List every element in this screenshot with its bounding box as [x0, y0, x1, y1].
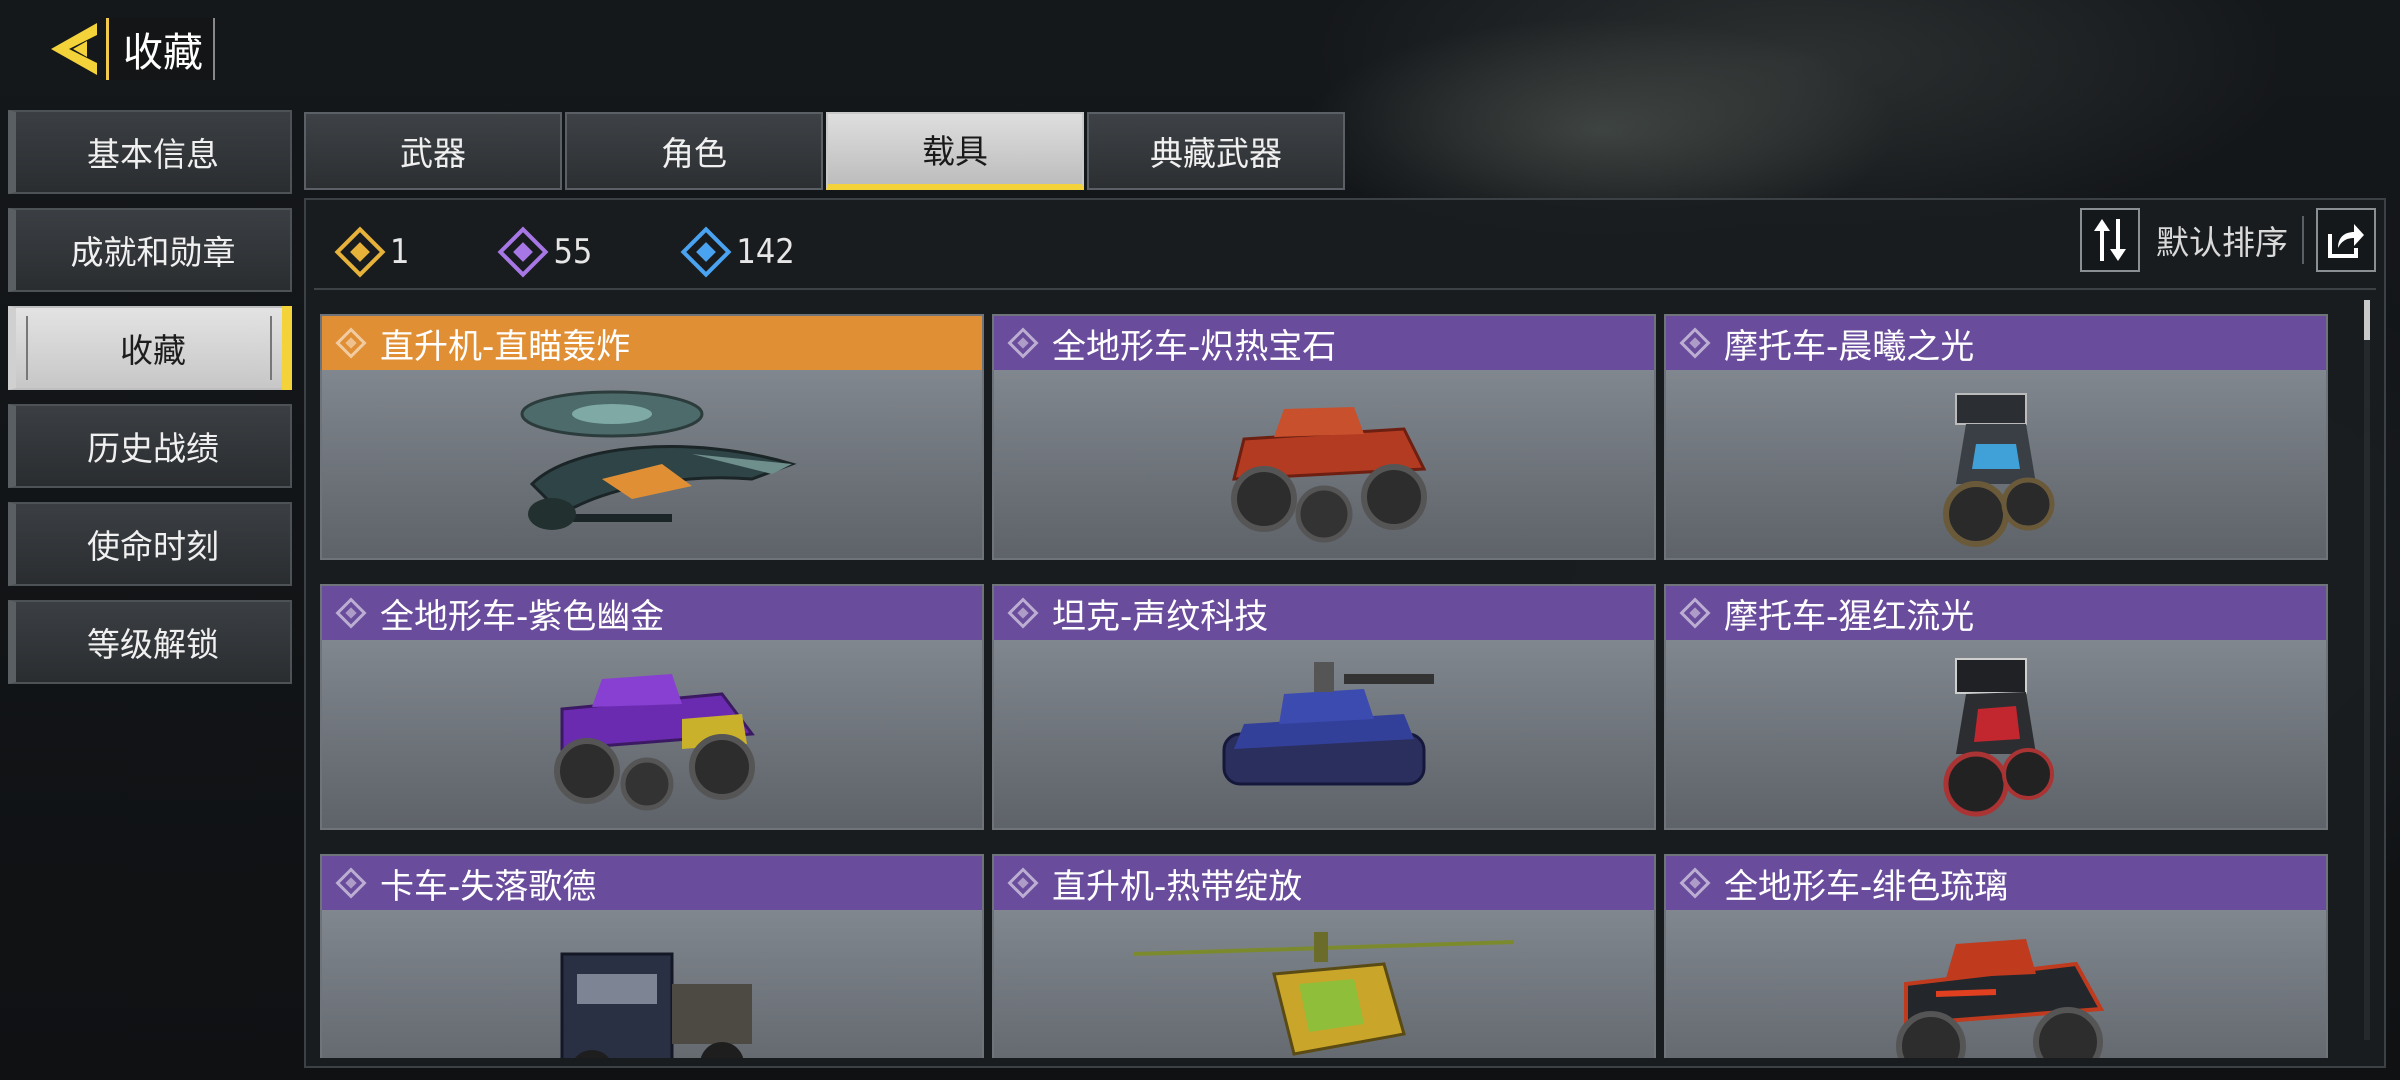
side-item-collection[interactable]: 收藏: [8, 306, 292, 390]
scroll-track: [2364, 300, 2370, 1040]
vehicle-card[interactable]: 全地形车-炽热宝石: [992, 314, 1656, 560]
motorcycle-icon: [1666, 640, 2326, 828]
side-item-label: 等级解锁: [87, 625, 219, 664]
blue-diamond-icon: [680, 226, 732, 278]
rarity-icon: [1007, 327, 1039, 359]
motorcycle-icon: [1666, 370, 2326, 558]
card-header: 摩托车-猩红流光: [1666, 586, 2326, 640]
vehicle-name: 直升机-直瞄轰炸: [380, 326, 631, 367]
atv-icon: [994, 370, 1654, 558]
vehicle-card[interactable]: 卡车-失落歌德: [320, 854, 984, 1058]
vehicle-card[interactable]: 全地形车-紫色幽金: [320, 584, 984, 830]
vehicle-name: 全地形车-紫色幽金: [380, 596, 665, 637]
share-icon: [2328, 224, 2364, 258]
side-item-achievements[interactable]: 成就和勋章: [8, 208, 292, 292]
card-header: 直升机-热带绽放: [994, 856, 1654, 910]
page-title: 收藏: [106, 18, 215, 80]
tab-label: 典藏武器: [1150, 134, 1282, 173]
collection-panel: 1 55 142 默认排序 直升机-直瞄轰炸 全地形车-炽热宝石 摩托车-晨曦之…: [304, 198, 2386, 1068]
vehicle-name: 摩托车-猩红流光: [1724, 596, 1975, 637]
side-item-match-history[interactable]: 历史战绩: [8, 404, 292, 488]
card-header: 直升机-直瞄轰炸: [322, 316, 982, 370]
page-header: 收藏: [40, 18, 215, 80]
vehicle-card[interactable]: 摩托车-猩红流光: [1664, 584, 2328, 830]
vehicle-grid: 直升机-直瞄轰炸 全地形车-炽热宝石 摩托车-晨曦之光 全地形车-紫色幽金 坦克…: [320, 314, 2340, 1058]
category-tabs: 武器 角色 载具 典藏武器: [304, 112, 1348, 190]
stat-purple: 55: [498, 226, 593, 278]
atv-icon: [1666, 910, 2326, 1058]
gold-diamond-icon: [334, 226, 386, 278]
selection-bracket: [26, 316, 272, 380]
tab-label: 角色: [661, 134, 727, 173]
stat-gold: 1: [334, 226, 410, 278]
side-item-mission-moments[interactable]: 使命时刻: [8, 502, 292, 586]
helicopter-icon: [322, 370, 982, 558]
vehicle-card[interactable]: 直升机-直瞄轰炸: [320, 314, 984, 560]
side-item-level-unlocks[interactable]: 等级解锁: [8, 600, 292, 684]
rarity-icon: [335, 597, 367, 629]
vehicle-card[interactable]: 全地形车-绯色琉璃: [1664, 854, 2328, 1058]
sort-area: 默认排序: [2080, 208, 2376, 272]
panel-divider: [314, 288, 2376, 290]
card-header: 全地形车-绯色琉璃: [1666, 856, 2326, 910]
side-item-label: 历史战绩: [87, 429, 219, 468]
helicopter-icon: [994, 910, 1654, 1058]
vehicle-name: 摩托车-晨曦之光: [1724, 326, 1975, 367]
scrollbar-thumb[interactable]: [2364, 300, 2370, 340]
side-item-basic-info[interactable]: 基本信息: [8, 110, 292, 194]
tank-icon: [994, 640, 1654, 828]
card-header: 卡车-失落歌德: [322, 856, 982, 910]
card-header: 全地形车-紫色幽金: [322, 586, 982, 640]
tab-collection-weapons[interactable]: 典藏武器: [1087, 112, 1345, 190]
rarity-icon: [1679, 597, 1711, 629]
vehicle-name: 全地形车-炽热宝石: [1052, 326, 1337, 367]
side-menu: 基本信息 成就和勋章 收藏 历史战绩 使命时刻 等级解锁: [8, 110, 292, 698]
truck-icon: [322, 910, 982, 1058]
rarity-icon: [1679, 867, 1711, 899]
tab-label: 载具: [922, 132, 988, 171]
gold-count: 1: [390, 232, 410, 272]
vehicle-name: 坦克-声纹科技: [1052, 596, 1269, 637]
tab-weapons[interactable]: 武器: [304, 112, 562, 190]
card-header: 全地形车-炽热宝石: [994, 316, 1654, 370]
vehicle-card[interactable]: 直升机-热带绽放: [992, 854, 1656, 1058]
purple-count: 55: [553, 232, 593, 272]
side-item-label: 使命时刻: [87, 527, 219, 566]
tab-label: 武器: [400, 134, 466, 173]
back-arrow-icon: [51, 23, 97, 75]
rarity-icon: [1007, 867, 1039, 899]
side-item-label: 成就和勋章: [70, 233, 236, 272]
rarity-icon: [335, 867, 367, 899]
rarity-stats: 1 55 142: [334, 220, 891, 284]
stat-blue: 142: [680, 226, 795, 278]
atv-icon: [322, 640, 982, 828]
card-header: 坦克-声纹科技: [994, 586, 1654, 640]
rarity-icon: [1007, 597, 1039, 629]
vehicle-name: 全地形车-绯色琉璃: [1724, 866, 2009, 907]
blue-count: 142: [736, 232, 795, 272]
tab-characters[interactable]: 角色: [565, 112, 823, 190]
vehicle-name: 卡车-失落歌德: [380, 866, 597, 907]
rarity-icon: [1679, 327, 1711, 359]
card-header: 摩托车-晨曦之光: [1666, 316, 2326, 370]
sort-label[interactable]: 默认排序: [2156, 216, 2304, 264]
tab-vehicles[interactable]: 载具: [826, 112, 1084, 190]
purple-diamond-icon: [498, 226, 549, 278]
share-button[interactable]: [2316, 208, 2376, 272]
sort-order-button[interactable]: [2080, 208, 2140, 272]
sort-arrows-icon: [2094, 219, 2126, 261]
rarity-icon: [335, 327, 367, 359]
vehicle-name: 直升机-热带绽放: [1052, 866, 1303, 907]
vehicle-card[interactable]: 摩托车-晨曦之光: [1664, 314, 2328, 560]
back-button[interactable]: [40, 18, 106, 80]
side-item-label: 基本信息: [87, 135, 219, 174]
vehicle-card[interactable]: 坦克-声纹科技: [992, 584, 1656, 830]
